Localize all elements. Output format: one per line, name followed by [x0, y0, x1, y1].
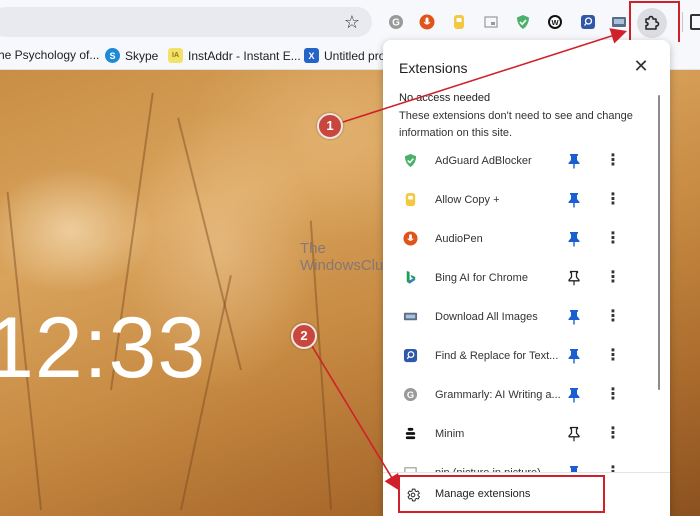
- image-download-icon: [402, 309, 418, 325]
- callout-2: 2: [291, 323, 317, 349]
- allow-copy-icon[interactable]: [448, 11, 470, 33]
- extension-name: AudioPen: [435, 232, 483, 245]
- extension-name: Allow Copy +: [435, 193, 500, 206]
- section-description: These extensions don't need to see and c…: [399, 110, 633, 139]
- skype-icon: S: [105, 48, 120, 63]
- extension-row[interactable]: AdGuard AdBlocker ⋮: [383, 141, 653, 180]
- section-title: No access needed: [399, 92, 491, 104]
- bookmark-label: Untitled pro: [324, 48, 386, 63]
- extension-row[interactable]: Allow Copy + ⋮: [383, 180, 653, 219]
- microphone-icon: [402, 231, 418, 247]
- extension-name: Bing AI for Chrome: [435, 271, 528, 284]
- more-vert-icon[interactable]: ⋮: [605, 230, 621, 248]
- close-icon[interactable]: ✕: [631, 56, 651, 76]
- magnifier-icon[interactable]: [577, 11, 599, 33]
- bookmark-item[interactable]: he Psychology of...: [0, 48, 99, 62]
- watermark-line1: The: [300, 240, 326, 257]
- svg-text:G: G: [406, 390, 413, 400]
- svg-text:G: G: [392, 18, 400, 29]
- minim-icon: [402, 426, 418, 442]
- extension-name: AdGuard AdBlocker: [435, 154, 532, 167]
- magnifier-icon: [402, 348, 418, 364]
- extension-name: Find & Replace for Text...: [435, 349, 559, 362]
- more-vert-icon[interactable]: ⋮: [605, 347, 621, 365]
- pip-icon[interactable]: [480, 11, 502, 33]
- pin-filled-icon[interactable]: [565, 308, 583, 326]
- more-vert-icon[interactable]: ⋮: [605, 152, 621, 170]
- extension-row[interactable]: Find & Replace for Text... ⋮: [383, 336, 653, 375]
- untitled-project-icon: X: [304, 48, 319, 63]
- pin-outline-icon[interactable]: [565, 425, 583, 443]
- pin-filled-icon[interactable]: [565, 191, 583, 209]
- pin-outline-icon[interactable]: [565, 269, 583, 287]
- bing-icon: [402, 270, 418, 286]
- side-panel-icon[interactable]: [690, 14, 700, 30]
- manage-extensions-highlight: [398, 475, 605, 513]
- image-download-icon[interactable]: [608, 11, 630, 33]
- shield-check-icon: [402, 153, 418, 169]
- extensions-menu: Extensions ✕ No access needed These exte…: [383, 40, 670, 516]
- grammarly-icon: G: [402, 387, 418, 403]
- clock: 12:33: [0, 300, 207, 396]
- pin-filled-icon[interactable]: [565, 386, 583, 404]
- bookmark-star-icon[interactable]: ☆: [341, 11, 363, 33]
- instaddr-icon: IA: [168, 48, 183, 63]
- bookmark-label: he Psychology of...: [0, 48, 100, 62]
- extension-row[interactable]: Minim ⋮: [383, 414, 653, 453]
- more-vert-icon[interactable]: ⋮: [605, 269, 621, 287]
- extension-row[interactable]: Download All Images ⋮: [383, 297, 653, 336]
- more-vert-icon[interactable]: ⋮: [605, 308, 621, 326]
- w-circle-icon[interactable]: W: [544, 11, 566, 33]
- bookmark-label: InstAddr - Instant E...: [188, 48, 301, 63]
- allow-copy-icon: [402, 192, 418, 208]
- extension-name: Minim: [435, 427, 465, 440]
- shield-check-icon[interactable]: [512, 11, 534, 33]
- toolbar-divider: [682, 12, 683, 32]
- microphone-icon[interactable]: [416, 11, 438, 33]
- extension-row[interactable]: Bing AI for Chrome ⋮: [383, 258, 653, 297]
- extensions-list: AdGuard AdBlocker ⋮ Allow Copy + ⋮ Audio…: [383, 141, 653, 475]
- browser-toolbar: ☆ G W: [0, 0, 700, 46]
- watermark-line2: WindowsClub: [300, 257, 392, 274]
- grammarly-icon[interactable]: G: [385, 11, 407, 33]
- bookmark-item[interactable]: X Untitled pro: [304, 48, 385, 63]
- bookmark-label: Skype: [125, 48, 159, 63]
- pin-filled-icon[interactable]: [565, 152, 583, 170]
- extension-row[interactable]: G Grammarly: AI Writing a... ⋮: [383, 375, 653, 414]
- pin-filled-icon[interactable]: [565, 347, 583, 365]
- callout-1: 1: [317, 113, 343, 139]
- more-vert-icon[interactable]: ⋮: [605, 425, 621, 443]
- extension-name: Grammarly: AI Writing a...: [435, 388, 561, 401]
- extension-name: Download All Images: [435, 310, 538, 323]
- svg-text:W: W: [551, 18, 559, 27]
- extension-row[interactable]: AudioPen ⋮: [383, 219, 653, 258]
- bookmark-item[interactable]: S Skype: [105, 48, 158, 63]
- scrollbar-thumb[interactable]: [658, 95, 660, 390]
- bookmark-item[interactable]: IA InstAddr - Instant E...: [168, 48, 301, 63]
- more-vert-icon[interactable]: ⋮: [605, 191, 621, 209]
- panel-title: Extensions: [399, 60, 468, 76]
- more-vert-icon[interactable]: ⋮: [605, 386, 621, 404]
- watermark: The WindowsClub: [300, 240, 392, 274]
- list-scrollbar[interactable]: [657, 95, 661, 470]
- address-bar[interactable]: [0, 7, 372, 37]
- pin-filled-icon[interactable]: [565, 230, 583, 248]
